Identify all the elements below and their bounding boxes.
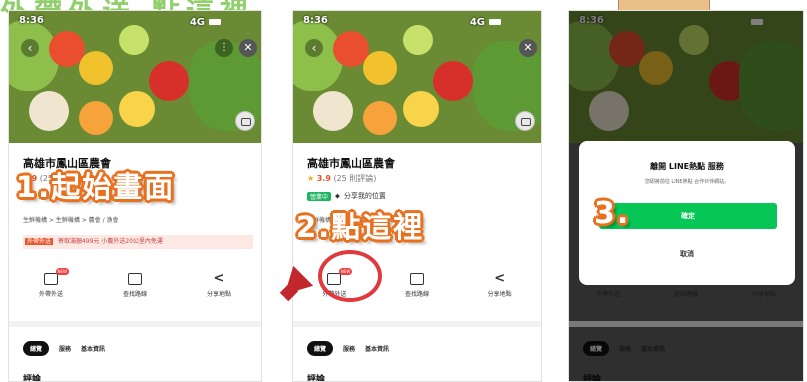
dialog-subtitle: 您即將前往 LINE熱點 合作伙伴網站。 xyxy=(644,179,730,185)
share-location-link[interactable]: 分享我的位置 xyxy=(344,191,386,201)
rating: ★ 3.9 (25 則評論) xyxy=(307,173,376,184)
phone-screen-2: 8:36 4G ‹ ✕ 高雄市鳳山區農會 ★ 3.9 (25 則評論) 營業中 … xyxy=(292,10,542,382)
review-heading: 評論 xyxy=(23,375,42,382)
share-icon xyxy=(493,273,507,285)
battery-icon xyxy=(489,19,501,25)
store-photo: 8:36 4G ‹ xyxy=(293,11,541,143)
status-bar: 8:36 4G xyxy=(19,15,221,29)
action-label: 外帶外送 xyxy=(38,291,63,298)
status-time: 8:36 xyxy=(19,15,44,26)
camera-icon[interactable] xyxy=(515,111,535,131)
action-row: NEW 外帶外送 查找路線 分享地點 xyxy=(9,268,261,298)
category-breadcrumb: 生鮮機構 > 生鮮機構 > 農會 / 漁會 xyxy=(23,217,119,224)
divider xyxy=(293,321,541,327)
new-badge: NEW xyxy=(55,268,69,275)
share-icon xyxy=(212,273,226,285)
promo-banner[interactable]: 外帶外送 寄取滿額499元 小農外送20公里內免運 xyxy=(23,235,253,249)
share-location-button[interactable]: 分享地點 xyxy=(189,273,249,298)
map-icon xyxy=(128,273,142,285)
network-indicator: 4G xyxy=(189,16,205,28)
tutorial-image: { "top_title": "外帶外送 點這裡", "time": "8:36… xyxy=(0,0,807,382)
tab-bar: 總覽 服務 基本資訊 xyxy=(307,341,389,356)
camera-icon[interactable] xyxy=(235,111,255,131)
status-bar: 8:36 4G xyxy=(303,15,501,29)
action-label: 分享地點 xyxy=(487,291,512,298)
rating-count[interactable]: (25 則評論) xyxy=(333,174,376,183)
action-label: 查找路線 xyxy=(122,291,147,298)
find-route-button[interactable]: 查找路線 xyxy=(105,273,165,298)
close-icon[interactable]: ✕ xyxy=(519,39,537,57)
tab-overview[interactable]: 總覽 xyxy=(23,341,50,356)
promo-text: 寄取滿額499元 小農外送20公里內免運 xyxy=(57,238,163,245)
back-icon[interactable]: ‹ xyxy=(305,39,323,57)
step-3-label: 3. xyxy=(594,196,631,231)
status-line: 營業中 ⬥ 分享我的位置 xyxy=(307,191,386,201)
delivery-icon: NEW xyxy=(44,268,69,285)
cancel-button[interactable]: 取消 xyxy=(579,249,795,259)
store-name: 高雄市鳳山區農會 xyxy=(307,157,395,170)
network-indicator: 4G xyxy=(469,16,485,28)
battery-icon xyxy=(209,19,221,25)
star-icon: ★ xyxy=(307,174,315,183)
share-location-button[interactable]: 分享地點 xyxy=(470,273,530,298)
status-time: 8:36 xyxy=(303,15,328,26)
find-route-button[interactable]: 查找路線 xyxy=(387,273,447,298)
step-2-label: 2.點這裡 xyxy=(296,210,425,244)
tab-services[interactable]: 服務 xyxy=(59,344,71,353)
promo-tag: 外帶外送 xyxy=(25,238,54,245)
review-heading: 評論 xyxy=(307,375,326,382)
step-1-label: 1.起始畫面 xyxy=(16,170,176,204)
close-icon[interactable]: ✕ xyxy=(239,39,257,57)
tab-overview[interactable]: 總覽 xyxy=(307,341,334,356)
action-label: 分享地點 xyxy=(206,291,231,298)
action-label: 查找路線 xyxy=(404,291,429,298)
pin-icon: ⬥ xyxy=(335,191,340,200)
tab-bar: 總覽 服務 基本資訊 xyxy=(23,341,105,356)
back-icon[interactable]: ‹ xyxy=(21,39,39,57)
more-icon[interactable]: ⋮ xyxy=(215,39,233,57)
tab-basic-info[interactable]: 基本資訊 xyxy=(81,344,105,353)
map-icon xyxy=(409,273,424,285)
tab-services[interactable]: 服務 xyxy=(343,344,355,353)
highlight-circle xyxy=(318,250,382,302)
rating-score: 3.9 xyxy=(316,174,331,183)
store-photo: 8:36 4G ‹ ⋮ xyxy=(9,11,261,143)
tab-basic-info[interactable]: 基本資訊 xyxy=(365,344,389,353)
dialog-title: 離開 LINE熱點 服務 xyxy=(650,162,724,171)
divider xyxy=(9,321,261,327)
takeout-delivery-button[interactable]: NEW 外帶外送 xyxy=(21,268,81,298)
open-badge: 營業中 xyxy=(307,191,332,201)
